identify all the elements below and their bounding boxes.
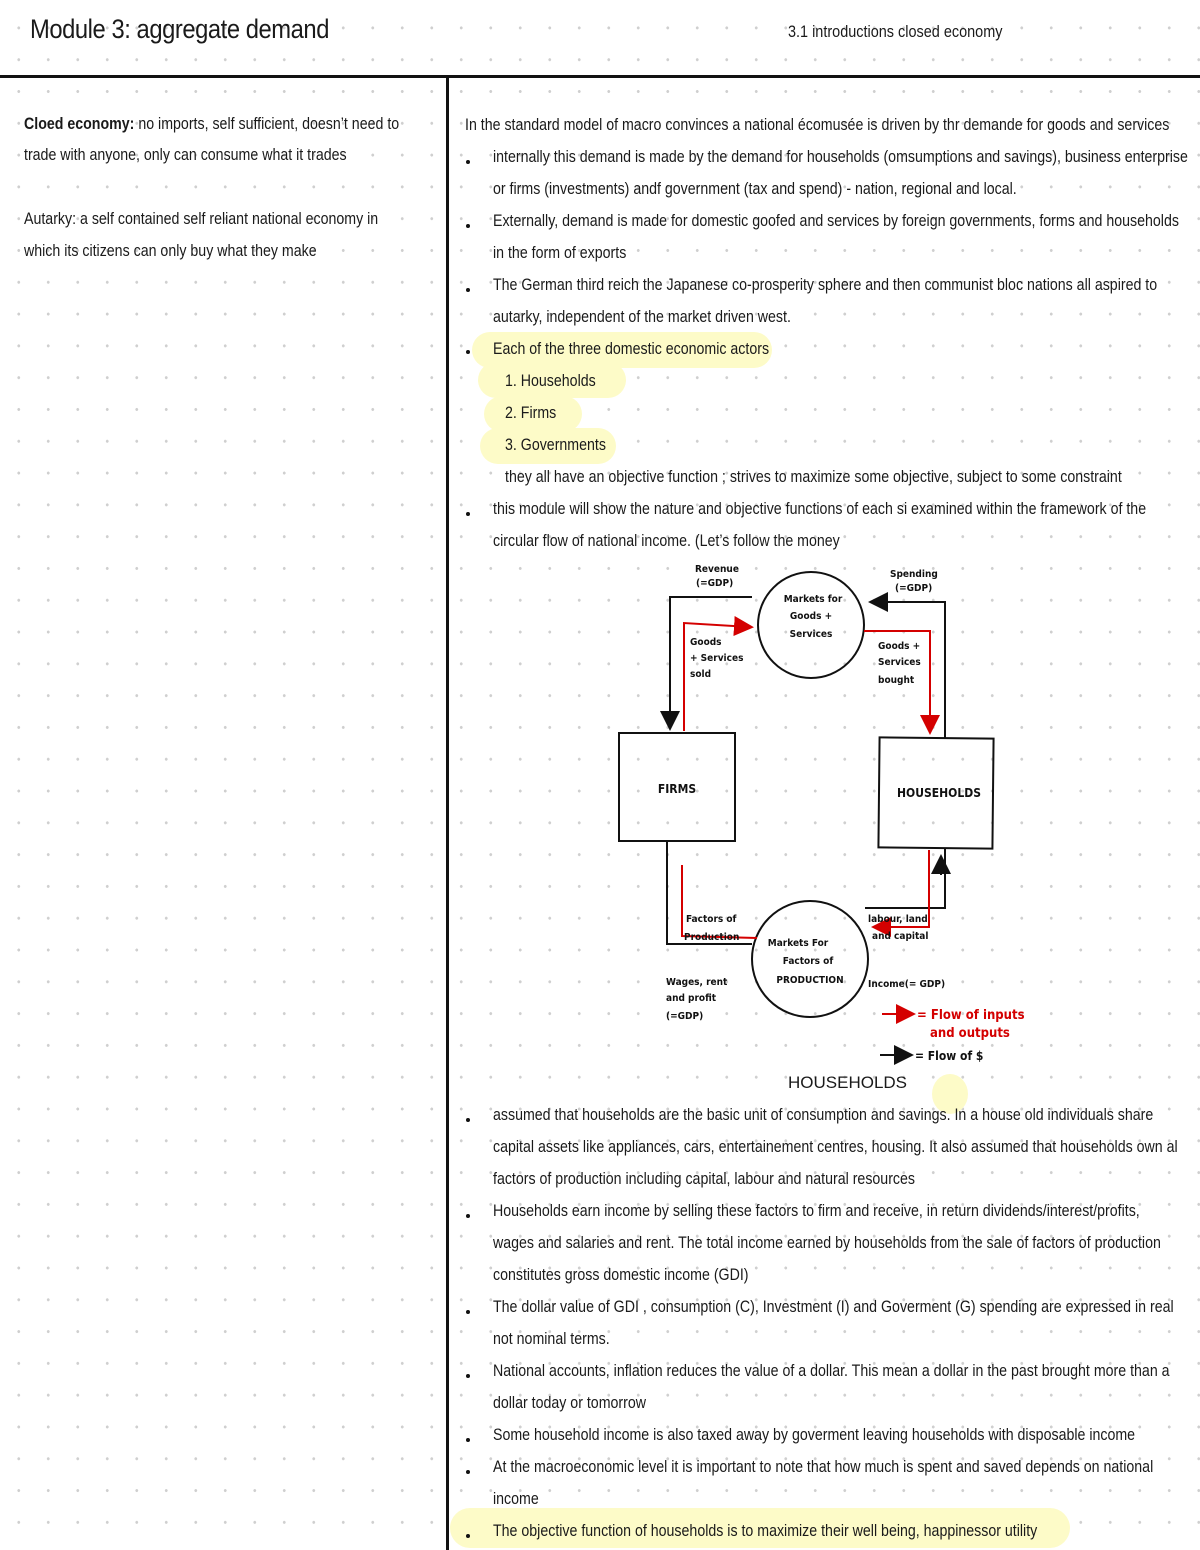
goods-bought-label: Goods + xyxy=(878,641,920,652)
definition-closed-economy: Cloed economy: no imports, self sufficie… xyxy=(24,115,399,134)
list-item: this module will show the nature and obj… xyxy=(493,500,1147,518)
goods-sold-label: Goods xyxy=(690,637,722,648)
factors-label: Production xyxy=(684,932,739,943)
labour-label: labour, land xyxy=(868,914,928,925)
bullet-icon xyxy=(466,1214,470,1218)
list-item-cont: circular flow of national income. (Let’s… xyxy=(493,532,840,550)
intro-paragraph: In the standard model of macro convinces… xyxy=(465,116,1170,134)
goods-sold-label: sold xyxy=(690,669,711,680)
bullet-icon xyxy=(466,1374,470,1378)
bullet-icon xyxy=(466,1118,470,1122)
income-label: Income(= GDP) xyxy=(868,979,945,990)
legend-red-label: and outputs xyxy=(930,1026,1010,1041)
actor-governments: 3. Governments xyxy=(505,436,606,454)
list-item-cont: or firms (investments) andf government (… xyxy=(493,180,1017,198)
bullet-icon xyxy=(466,224,470,228)
spending-flow-arrow xyxy=(868,592,946,738)
list-item: internally this demand is made by the de… xyxy=(493,148,1188,166)
legend-black-label: = Flow of $ xyxy=(915,1049,983,1063)
factor-market-label: PRODUCTION xyxy=(776,975,843,986)
bullet-icon xyxy=(466,1438,470,1442)
definition-text: trade with anyone, only can consume what… xyxy=(24,146,347,164)
list-item: Externally, demand is made for domestic … xyxy=(493,212,1179,230)
revenue-label: (=GDP) xyxy=(696,578,733,589)
definition-term: Cloed economy: xyxy=(24,115,135,133)
definition-autarky: Autarky: a self contained self reliant n… xyxy=(24,210,379,228)
wages-label: Wages, rent xyxy=(666,977,728,988)
list-item: assumed that households are the basic un… xyxy=(493,1106,1154,1124)
list-item: Each of the three domestic economic acto… xyxy=(493,340,770,358)
list-item: At the macroeconomic level it is importa… xyxy=(493,1458,1154,1476)
bullet-icon xyxy=(466,512,470,516)
households-label: HOUSEHOLDS xyxy=(897,786,981,800)
revenue-label: Revenue xyxy=(695,564,739,575)
spending-label: (=GDP) xyxy=(895,583,932,594)
income-flow-line xyxy=(865,849,946,909)
list-item: The dollar value of GDI , consumption (C… xyxy=(493,1298,1174,1316)
wages-flow-line xyxy=(666,841,752,945)
list-item-cont: autarky, independent of the market drive… xyxy=(493,308,791,326)
bullet-icon xyxy=(466,1534,470,1538)
objective-note: they all have an objective function ; st… xyxy=(505,468,1122,486)
column-divider xyxy=(446,76,449,1550)
definition-text: which its citizens can only buy what the… xyxy=(24,242,317,260)
goods-market-circle xyxy=(757,571,865,679)
goods-bought-label: bought xyxy=(878,675,915,686)
circular-flow-diagram: Markets for Goods + Services Markets For… xyxy=(618,564,1025,1065)
list-item-cont: capital assets like appliances, cars, en… xyxy=(493,1138,1178,1156)
labour-label: and capital xyxy=(872,931,928,942)
factor-market-label: Factors of xyxy=(783,956,834,967)
bullet-icon xyxy=(466,350,470,354)
factors-label: Factors of xyxy=(686,914,737,925)
goods-market-label: Services xyxy=(790,629,833,640)
factors-flow-line xyxy=(681,865,758,939)
goods-sold-label: + Services xyxy=(690,653,743,664)
factor-market-label: Markets For xyxy=(768,938,829,949)
legend-red-label: = Flow of inputs xyxy=(917,1008,1025,1023)
wages-label: and profit xyxy=(666,993,717,1004)
section-heading: HOUSEHOLDS xyxy=(788,1073,908,1092)
list-item-cont: income xyxy=(493,1490,539,1508)
spending-label: Spending xyxy=(890,569,938,580)
page-title: Module 3: aggregate demand xyxy=(30,14,329,44)
wages-label: (=GDP) xyxy=(666,1011,703,1022)
list-item-cont: factors of production including capital,… xyxy=(493,1170,916,1188)
bullet-icon xyxy=(466,160,470,164)
goods-market-label: Markets for xyxy=(784,594,843,605)
list-item: National accounts, inflation reduces the… xyxy=(493,1362,1170,1380)
goods-market-label: Goods + xyxy=(790,611,832,622)
list-item-cont: not nominal terms. xyxy=(493,1330,610,1348)
list-item-cont: constitutes gross domestic income (GDI) xyxy=(493,1266,749,1284)
actor-firms: 2. Firms xyxy=(505,404,557,422)
bullet-icon xyxy=(466,1310,470,1314)
bullet-icon xyxy=(466,288,470,292)
header-divider xyxy=(0,75,1200,78)
list-item-cont: dollar today or tomorrow xyxy=(493,1394,647,1412)
firms-label: FIRMS xyxy=(658,782,696,796)
list-item-cont: wages and salaries and rent. The total i… xyxy=(493,1234,1161,1252)
list-item-cont: in the form of exports xyxy=(493,244,627,262)
list-item: Some household income is also taxed away… xyxy=(493,1426,1136,1444)
list-item: The objective function of households is … xyxy=(493,1522,1038,1540)
bullet-icon xyxy=(466,1470,470,1474)
list-item: Households earn income by selling these … xyxy=(493,1202,1140,1220)
actor-households: 1. Households xyxy=(505,372,596,390)
definition-text: no imports, self sufficient, doesn’t nee… xyxy=(134,115,400,133)
section-subtitle: 3.1 introductions closed economy xyxy=(788,22,1003,41)
list-item: The German third reich the Japanese co-p… xyxy=(493,276,1158,294)
goods-bought-label: Services xyxy=(878,657,921,668)
